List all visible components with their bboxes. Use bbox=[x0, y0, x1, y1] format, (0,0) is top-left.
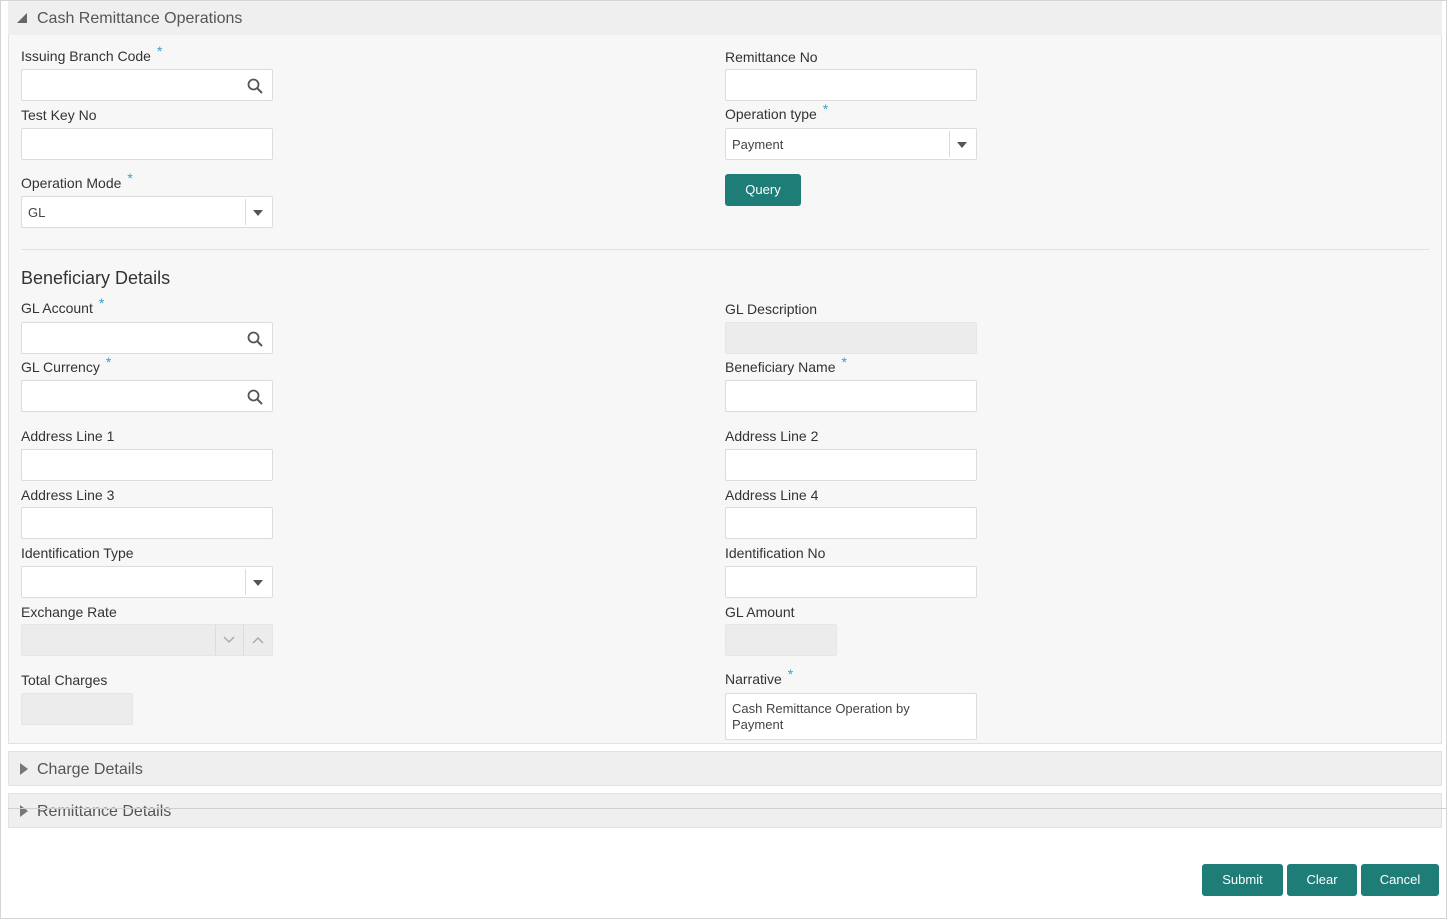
total-charges-field bbox=[21, 693, 133, 725]
identification-no-label: Identification No bbox=[725, 545, 826, 561]
narrative-text: Cash Remittance Operation by Payment bbox=[732, 701, 910, 732]
remittance-no-label: Remittance No bbox=[725, 49, 818, 65]
stepper-divider bbox=[215, 625, 216, 655]
stepper-divider bbox=[243, 625, 244, 655]
identification-type-select[interactable] bbox=[21, 566, 273, 598]
chevron-up-icon bbox=[252, 636, 264, 644]
test-key-no-input[interactable] bbox=[21, 128, 273, 160]
section-divider bbox=[21, 249, 1429, 250]
identification-no-input[interactable] bbox=[725, 566, 977, 598]
gl-amount-field bbox=[725, 624, 837, 656]
expand-triangle-icon[interactable] bbox=[20, 805, 28, 817]
address-line-2-label: Address Line 2 bbox=[725, 428, 819, 444]
beneficiary-name-label: Beneficiary Name * bbox=[725, 354, 847, 375]
remittance-no-input[interactable] bbox=[725, 69, 977, 101]
address-line-1-input[interactable] bbox=[21, 449, 273, 481]
test-key-no-label: Test Key No bbox=[21, 107, 97, 123]
query-button[interactable]: Query bbox=[725, 174, 801, 206]
beneficiary-name-input[interactable] bbox=[725, 380, 977, 412]
search-icon[interactable] bbox=[246, 388, 264, 406]
section-separator-line bbox=[8, 808, 1447, 809]
address-line-1-label: Address Line 1 bbox=[21, 428, 115, 444]
charge-details-section[interactable]: Charge Details bbox=[8, 751, 1442, 786]
address-line-3-label: Address Line 3 bbox=[21, 487, 115, 503]
operation-mode-select[interactable]: GL bbox=[21, 196, 273, 228]
narrative-label: Narrative * bbox=[725, 666, 794, 687]
gl-account-input[interactable] bbox=[21, 322, 273, 354]
address-line-2-input[interactable] bbox=[725, 449, 977, 481]
beneficiary-details-heading: Beneficiary Details bbox=[21, 268, 171, 288]
chevron-down-icon[interactable] bbox=[253, 580, 263, 586]
total-charges-label: Total Charges bbox=[21, 672, 108, 688]
issuing-branch-code-input[interactable] bbox=[21, 69, 273, 101]
expand-triangle-icon[interactable] bbox=[20, 763, 28, 775]
select-divider bbox=[245, 199, 246, 225]
remittance-details-title: Remittance Details bbox=[37, 803, 172, 820]
submit-button[interactable]: Submit bbox=[1202, 864, 1283, 896]
gl-amount-label: GL Amount bbox=[725, 604, 795, 620]
select-divider bbox=[245, 569, 246, 595]
search-icon[interactable] bbox=[246, 77, 264, 95]
cancel-button[interactable]: Cancel bbox=[1361, 864, 1439, 896]
gl-currency-input[interactable] bbox=[21, 380, 273, 412]
charge-details-title: Charge Details bbox=[37, 761, 143, 778]
narrative-textarea[interactable]: Cash Remittance Operation by Payment bbox=[725, 693, 977, 740]
exchange-rate-stepper bbox=[21, 624, 273, 656]
page-title: Cash Remittance Operations bbox=[37, 10, 243, 27]
address-line-4-label: Address Line 4 bbox=[725, 487, 819, 503]
gl-description-field bbox=[725, 322, 977, 354]
operation-mode-label: Operation Mode * bbox=[21, 170, 133, 191]
chevron-down-icon bbox=[223, 636, 235, 644]
clear-button[interactable]: Clear bbox=[1287, 864, 1357, 896]
select-divider bbox=[949, 131, 950, 157]
issuing-branch-code-label: Issuing Branch Code * bbox=[21, 43, 163, 64]
gl-currency-label: GL Currency * bbox=[21, 354, 112, 375]
exchange-rate-label: Exchange Rate bbox=[21, 604, 117, 620]
identification-type-label: Identification Type bbox=[21, 545, 134, 561]
gl-account-label: GL Account * bbox=[21, 295, 105, 316]
collapse-triangle-icon[interactable] bbox=[17, 13, 27, 23]
chevron-down-icon[interactable] bbox=[253, 210, 263, 216]
address-line-4-input[interactable] bbox=[725, 507, 977, 539]
search-icon[interactable] bbox=[246, 330, 264, 348]
operation-type-label: Operation type * bbox=[725, 101, 829, 122]
chevron-down-icon[interactable] bbox=[957, 142, 967, 148]
address-line-3-input[interactable] bbox=[21, 507, 273, 539]
gl-description-label: GL Description bbox=[725, 301, 818, 317]
operation-type-select[interactable]: Payment bbox=[725, 128, 977, 160]
remittance-details-section[interactable]: Remittance Details bbox=[8, 793, 1442, 828]
